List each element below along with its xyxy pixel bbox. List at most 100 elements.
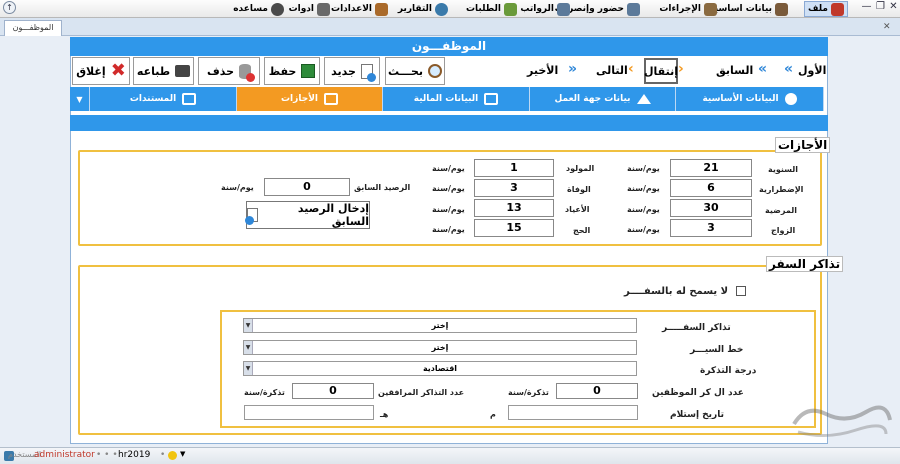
enter-previous-balance-button[interactable]: إدخال الرصيد السابق xyxy=(245,201,370,229)
next-record-button[interactable]: التالى xyxy=(596,64,628,77)
bereavement-unit: يوم/سنة xyxy=(432,184,465,193)
first-record-icon[interactable]: « xyxy=(784,62,793,76)
chevron-down-icon: ▼ xyxy=(244,319,253,332)
settings-icon xyxy=(375,2,388,16)
gears-icon xyxy=(271,2,284,16)
tab-basic-data[interactable]: البيانات الأساسية xyxy=(676,87,824,111)
previous-balance-unit: يوم/سنة xyxy=(221,183,254,192)
goto-chevron-left-icon[interactable]: ‹ xyxy=(628,62,634,76)
tab-content-header-bar xyxy=(70,115,828,131)
tabs-overflow-dropdown[interactable]: ▼ xyxy=(70,87,90,111)
attendance-icon xyxy=(627,2,640,16)
menu-help[interactable]: مساعده xyxy=(233,1,284,17)
app-icon[interactable]: ↑ xyxy=(3,1,16,14)
bereavement-input[interactable]: 3 xyxy=(474,179,554,197)
companion-tickets-count-input[interactable]: 0 xyxy=(292,383,374,399)
requests-icon xyxy=(504,2,517,16)
ticket-class-select[interactable]: ▼ اقتصادية xyxy=(243,361,637,376)
status-dropdown-icon[interactable]: ▼ xyxy=(180,450,185,458)
newborn-unit: يوم/سنة xyxy=(432,164,465,173)
last-record-icon[interactable]: » xyxy=(568,62,577,76)
goto-record-button[interactable]: إنتقال xyxy=(644,58,678,84)
sick-label: المرضية xyxy=(765,206,797,215)
annual-label: السنوية xyxy=(768,165,799,174)
hajj-label: الحج xyxy=(573,226,591,235)
employee-tickets-count-input[interactable]: 0 xyxy=(556,383,638,399)
emergency-input[interactable]: 6 xyxy=(670,179,752,197)
employee-tickets-count-label: عدد ال كر الموظفين xyxy=(652,388,744,398)
file-icon xyxy=(831,2,844,16)
save-icon xyxy=(301,64,316,78)
status-separator-2: • xyxy=(160,450,166,460)
not-allowed-travel-label: لا يسمح له بالسفــــر xyxy=(624,286,729,297)
close-x-icon: ✖ xyxy=(110,60,126,81)
salaries-icon xyxy=(557,2,570,16)
hajj-input[interactable]: 15 xyxy=(474,219,554,237)
goto-chevron-right-icon[interactable]: › xyxy=(678,62,684,76)
previous-balance-input[interactable]: 0 xyxy=(264,178,350,196)
menu-file[interactable]: ملف xyxy=(804,1,848,17)
database-name: hr2019 xyxy=(118,450,151,460)
user-icon xyxy=(784,93,797,105)
menu-reports[interactable]: التقارير xyxy=(398,1,448,17)
annual-input[interactable]: 21 xyxy=(670,159,752,177)
delete-button[interactable]: حذف xyxy=(198,57,260,85)
marriage-input[interactable]: 3 xyxy=(670,219,752,237)
prev-record-icon[interactable]: « xyxy=(758,62,767,76)
menu-settings[interactable]: الاعدادات xyxy=(331,1,388,17)
add-document-icon xyxy=(245,208,258,225)
holidays-unit: يوم/سنة xyxy=(432,205,465,214)
last-record-button[interactable]: الأخير xyxy=(527,64,558,77)
home-icon xyxy=(636,94,651,104)
bereavement-label: الوفاة xyxy=(567,185,591,194)
lock-icon[interactable] xyxy=(168,451,177,460)
delete-database-icon xyxy=(239,63,256,82)
prev-record-button[interactable]: السابق xyxy=(716,64,753,77)
menu-procedures[interactable]: الإجراءات xyxy=(659,1,717,17)
first-record-button[interactable]: الأول xyxy=(798,64,826,77)
printer-icon xyxy=(175,65,191,77)
sick-input[interactable]: 30 xyxy=(670,199,752,217)
marriage-unit: يوم/سنة xyxy=(627,225,660,234)
menu-requests[interactable]: الطلبات xyxy=(466,1,517,17)
close-window-icon[interactable]: ✕ xyxy=(887,1,900,14)
new-button[interactable]: جديد xyxy=(324,57,380,85)
receipt-date-gregorian-input[interactable] xyxy=(508,405,638,420)
not-allowed-travel-checkbox[interactable] xyxy=(736,286,746,296)
newborn-input[interactable]: 1 xyxy=(474,159,554,177)
tab-work-data[interactable]: بيانات جهة العمل xyxy=(530,87,676,111)
emergency-label: الإضطرارية xyxy=(759,185,804,194)
gregorian-suffix: م xyxy=(490,410,496,419)
restore-icon[interactable]: ❐ xyxy=(874,1,887,14)
route-select[interactable]: ▼ إختر xyxy=(243,340,637,355)
tickets-select[interactable]: ▼ إختر xyxy=(243,318,637,333)
employee-tickets-unit: تذكرة/سنة xyxy=(508,388,549,397)
save-button[interactable]: حفظ xyxy=(264,57,320,85)
marriage-label: الزواج xyxy=(771,226,796,235)
search-button[interactable]: بحـــث xyxy=(385,57,445,85)
procedures-icon xyxy=(704,2,717,16)
receipt-date-hijri-input[interactable] xyxy=(244,405,374,420)
annual-unit: يوم/سنة xyxy=(627,164,660,173)
tab-leaves[interactable]: الأجازات xyxy=(237,87,383,111)
menu-basic-data[interactable]: بيانات اساسية xyxy=(709,1,788,17)
new-document-icon xyxy=(360,63,376,82)
emergency-unit: يوم/سنة xyxy=(627,184,660,193)
hijri-suffix: هـ xyxy=(380,410,389,419)
document-icon xyxy=(182,93,197,105)
status-bar: المستخدم administrator • • • hr2019 • ▼ xyxy=(0,447,900,464)
document-tab-employees[interactable]: الموظفـــون xyxy=(4,20,62,36)
holidays-input[interactable]: 13 xyxy=(474,199,554,217)
tab-documents[interactable]: المستندات xyxy=(90,87,237,111)
travel-tickets-title: تذاكر السفر xyxy=(766,256,844,272)
print-button[interactable]: طباعه xyxy=(133,57,194,85)
close-tab-icon[interactable]: ✕ xyxy=(883,22,891,32)
tab-financial-data[interactable]: البيانات المالية xyxy=(383,87,530,111)
menu-tools-main[interactable]: ادوات xyxy=(289,1,330,17)
close-button[interactable]: ✖ إغلاق xyxy=(72,57,130,85)
minimize-icon[interactable]: — xyxy=(860,1,873,14)
document-tab-strip xyxy=(0,18,900,36)
leaves-title: الأجازات xyxy=(775,137,831,153)
tools-icon xyxy=(317,2,330,16)
menu-salaries[interactable]: الرواتب xyxy=(520,1,570,17)
